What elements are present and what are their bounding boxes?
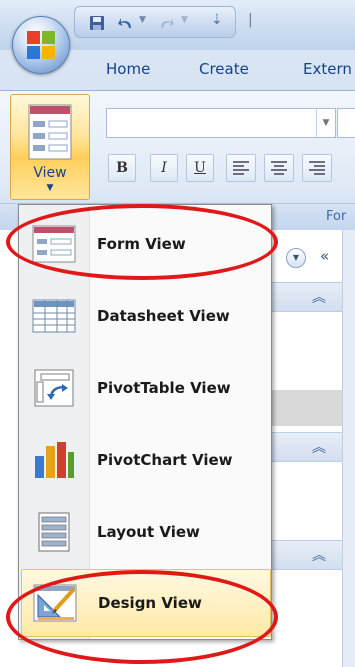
collapse-group-icon[interactable]: ︽ [312, 287, 326, 307]
align-center-icon [271, 161, 287, 175]
menu-item-layout-view[interactable]: Layout View [21, 499, 269, 565]
align-left-icon [233, 161, 249, 175]
annotation-circle-form-view [6, 204, 278, 280]
font-dropdown-icon[interactable]: ▼ [316, 109, 335, 137]
view-button-label: View [33, 165, 67, 181]
access-window: ▼ ▼ ⇣ | Home Create Extern View ▼ ▼ B I … [0, 0, 355, 667]
font-group-label: For [326, 209, 347, 224]
tab-create[interactable]: Create [199, 60, 249, 78]
font-size-combobox[interactable] [337, 108, 355, 138]
pivottable-view-icon [34, 369, 74, 407]
align-right-button[interactable] [302, 154, 332, 182]
pivotchart-view-icon [35, 442, 74, 478]
collapse-group-icon[interactable]: ︽ [312, 545, 326, 565]
chevron-down-icon: ▼ [46, 183, 54, 193]
window-right-edge [342, 230, 355, 667]
undo-dropdown-icon[interactable]: ▼ [139, 15, 146, 25]
align-right-icon [309, 161, 325, 175]
office-button[interactable] [12, 16, 70, 74]
align-center-button[interactable] [264, 154, 294, 182]
nav-menu-dropdown-icon[interactable]: ▼ [286, 248, 306, 268]
save-icon[interactable] [89, 15, 105, 31]
italic-button[interactable]: I [150, 154, 178, 182]
underline-button[interactable]: U [186, 154, 214, 182]
qat-separator: | [248, 12, 253, 28]
datasheet-view-icon [32, 299, 76, 333]
menu-item-pivotchart-view[interactable]: PivotChart View [21, 427, 269, 493]
bold-button[interactable]: B [108, 154, 136, 182]
menu-item-label: PivotChart View [97, 451, 233, 469]
menu-item-label: PivotTable View [97, 379, 231, 397]
customize-qat-icon[interactable]: ⇣ [211, 12, 223, 28]
redo-dropdown-icon[interactable]: ▼ [181, 15, 188, 25]
font-name-combobox[interactable]: ▼ [106, 108, 336, 138]
view-icon [28, 104, 72, 160]
office-logo-icon [27, 31, 55, 59]
redo-icon[interactable] [157, 15, 175, 31]
collapse-group-icon[interactable]: ︽ [312, 437, 326, 457]
menu-item-label: Layout View [97, 523, 200, 541]
annotation-circle-design-view [6, 570, 278, 664]
view-button[interactable]: View ▼ [10, 94, 90, 200]
layout-view-icon [38, 512, 70, 552]
tab-home[interactable]: Home [106, 60, 150, 78]
align-left-button[interactable] [226, 154, 256, 182]
shutter-bar-close-icon[interactable]: « [320, 247, 329, 265]
menu-item-pivottable-view[interactable]: PivotTable View [21, 355, 269, 421]
menu-item-datasheet-view[interactable]: Datasheet View [21, 283, 269, 349]
undo-icon[interactable] [117, 15, 135, 31]
menu-item-label: Datasheet View [97, 307, 230, 325]
quick-access-toolbar: ▼ ▼ ⇣ [74, 6, 236, 38]
tab-external-data[interactable]: Extern [303, 60, 352, 78]
